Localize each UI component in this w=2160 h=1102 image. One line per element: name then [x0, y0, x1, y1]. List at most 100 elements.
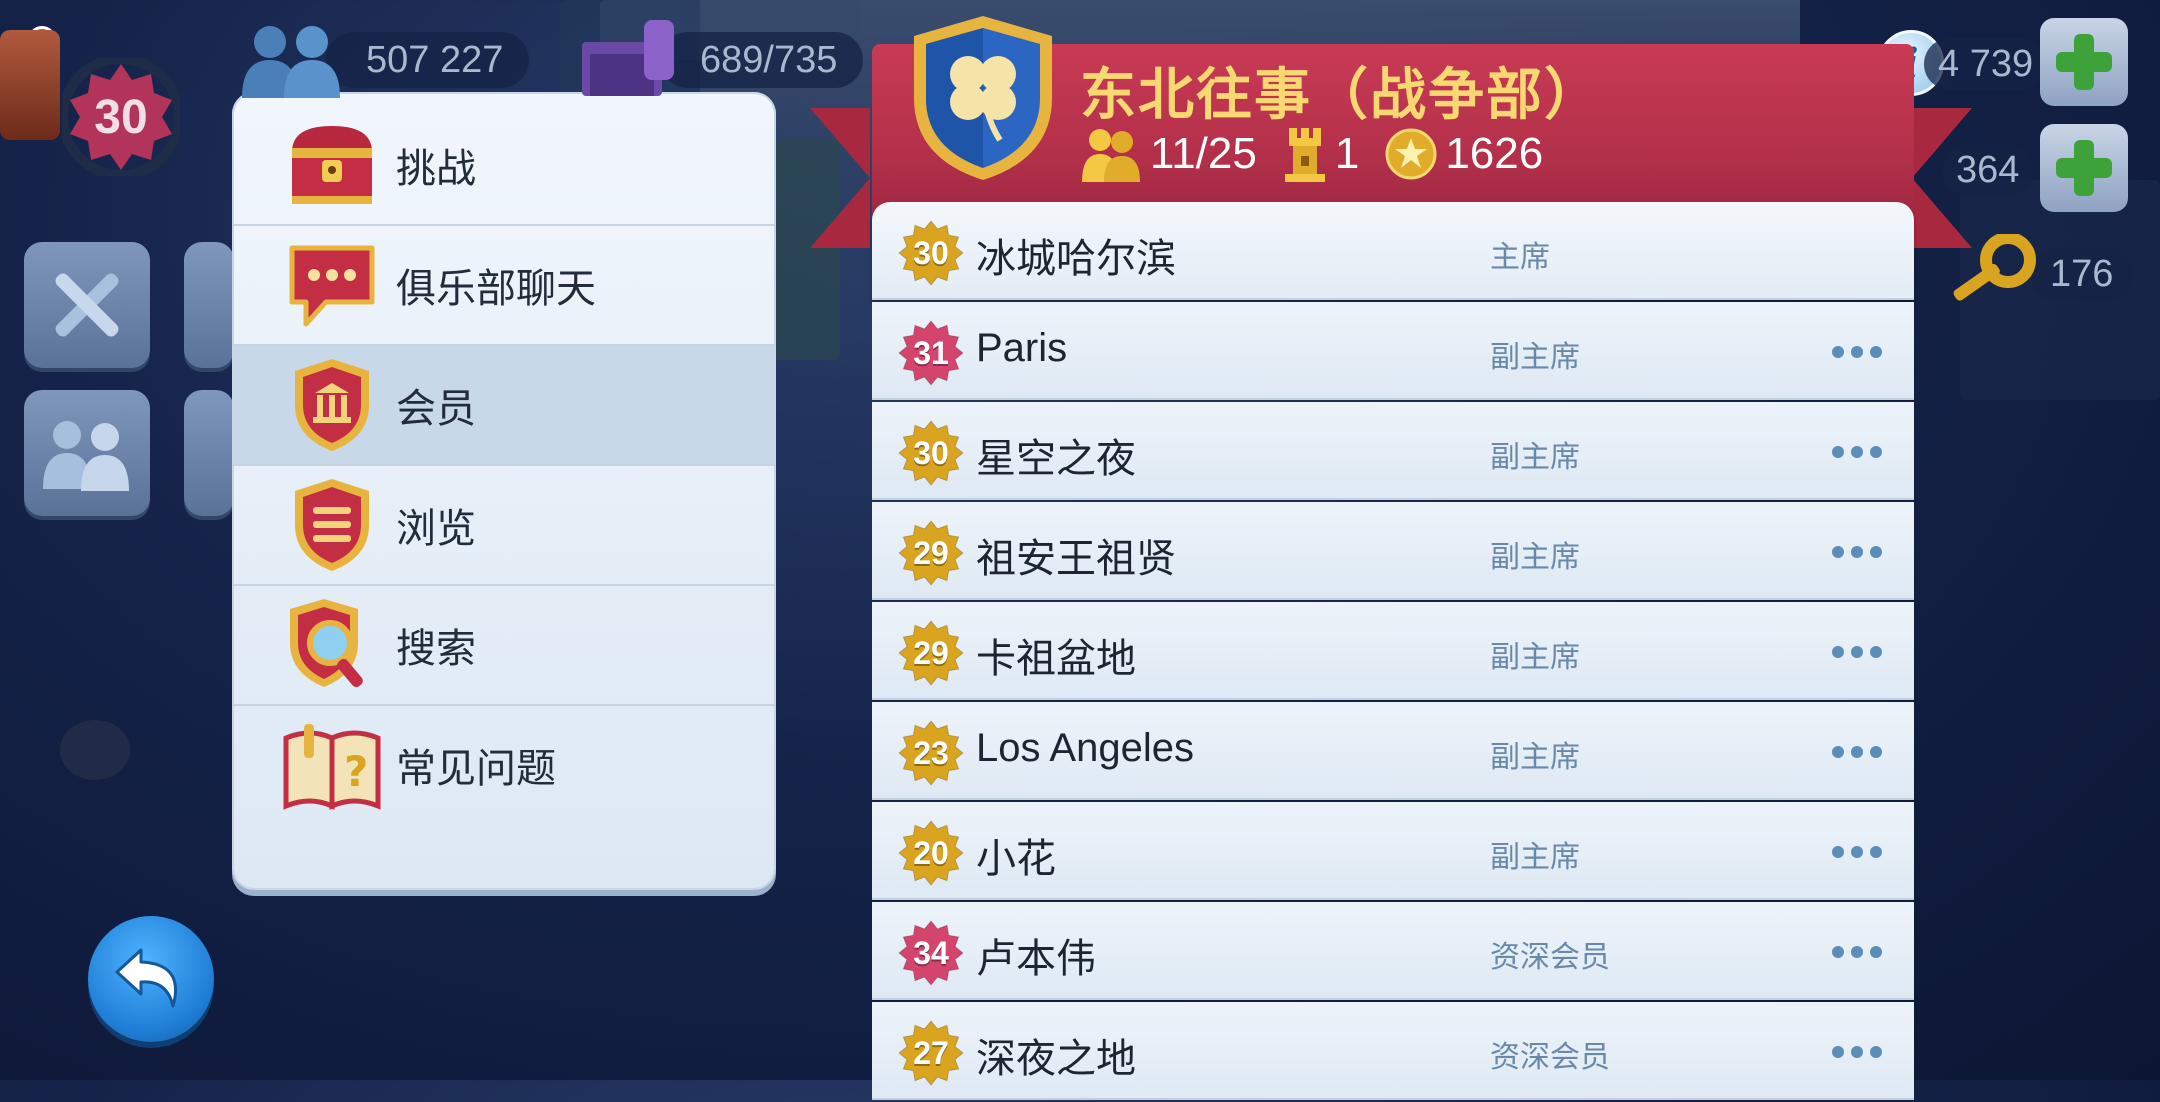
member-more-options-button[interactable]	[1832, 632, 1882, 672]
dot-icon	[1832, 946, 1844, 958]
member-row[interactable]: 34 卢本伟 资深会员	[872, 902, 1914, 1000]
member-row[interactable]: 29 祖安王祖贤 副主席	[872, 502, 1914, 600]
menu-item-label: 会员	[396, 387, 476, 431]
menu-item-members[interactable]: 会员	[232, 346, 776, 466]
member-row[interactable]: 20 小花 副主席	[872, 802, 1914, 900]
storage-hud[interactable]: 689/735	[576, 20, 864, 96]
member-more-options-button[interactable]	[1832, 832, 1882, 872]
menu-item-browse[interactable]: 浏览	[232, 466, 776, 586]
dot-icon	[1870, 1046, 1882, 1058]
member-name: 卡祖盆地	[976, 637, 1136, 681]
member-name: 冰城哈尔滨	[976, 237, 1176, 281]
back-button[interactable]	[88, 916, 214, 1042]
ribbon-right-tail	[1912, 108, 1972, 248]
member-role: 副主席	[1490, 841, 1580, 874]
population-hud[interactable]: 507 227	[236, 26, 530, 98]
menu-item-label: 常见问题	[396, 747, 556, 791]
friends-button[interactable]	[24, 390, 150, 516]
dot-icon	[1832, 346, 1844, 358]
member-role: 副主席	[1490, 741, 1580, 774]
dot-icon	[1870, 346, 1882, 358]
chat-bubble-icon	[289, 245, 375, 327]
members-icon	[1082, 129, 1140, 182]
player-level-badge[interactable]: 30	[58, 54, 184, 180]
dot-icon	[1870, 546, 1882, 558]
club-member-count: 11/25	[1078, 126, 1257, 182]
member-more-options-button[interactable]	[1832, 432, 1882, 472]
dot-icon	[1870, 446, 1882, 458]
population-value: 507 227	[326, 32, 530, 88]
treasure-chest-icon	[292, 126, 372, 204]
simcash-hud[interactable]: 4 739	[1924, 34, 2048, 94]
member-level-badge: 30	[898, 220, 964, 286]
add-simcash-button[interactable]	[2040, 18, 2128, 106]
search-shield-icon	[290, 599, 363, 688]
dot-icon	[1832, 846, 1844, 858]
menu-item-challenge[interactable]: 挑战	[232, 106, 776, 226]
storage-value: 689/735	[660, 32, 864, 88]
menu-item-club-chat[interactable]: 俱乐部聊天	[232, 226, 776, 346]
build-tools-button[interactable]	[24, 242, 150, 368]
member-more-options-button[interactable]	[1832, 732, 1882, 772]
member-count-value: 11/25	[1150, 129, 1257, 178]
member-more-options-button[interactable]	[1832, 932, 1882, 972]
member-level-badge: 29	[898, 520, 964, 586]
add-coins-button[interactable]	[2040, 124, 2128, 212]
games-button[interactable]	[184, 390, 234, 516]
member-role: 副主席	[1490, 641, 1580, 674]
club-rank: 1	[1283, 126, 1359, 182]
member-row[interactable]: 23 Los Angeles 副主席	[872, 702, 1914, 800]
member-name: 深夜之地	[976, 1037, 1136, 1081]
rank-value: 1	[1334, 129, 1360, 178]
member-row[interactable]: 27 深夜之地 资深会员	[872, 1002, 1914, 1100]
dot-icon	[1851, 946, 1863, 958]
storage-icon	[582, 20, 674, 96]
simcash-value: 4 739	[1924, 38, 2048, 90]
member-level-badge: 23	[898, 720, 964, 786]
member-more-options-button[interactable]	[1832, 332, 1882, 372]
member-level: 23	[913, 734, 949, 771]
menu-item-label: 挑战	[396, 147, 476, 191]
member-level-badge: 20	[898, 820, 964, 886]
club-stats: 11/25 1 1626	[1078, 126, 1569, 182]
dot-icon	[1851, 546, 1863, 558]
member-row[interactable]: 31 Paris 副主席	[872, 302, 1914, 400]
dot-icon	[1870, 746, 1882, 758]
member-level-badge: 27	[898, 1020, 964, 1086]
member-role: 主席	[1490, 241, 1550, 274]
dot-icon	[1832, 546, 1844, 558]
dot-icon	[1870, 846, 1882, 858]
tools-icon	[55, 273, 119, 337]
member-level: 20	[913, 834, 949, 871]
dot-icon	[1851, 746, 1863, 758]
member-row[interactable]: 29 卡祖盆地 副主席	[872, 602, 1914, 700]
keys-value: 176	[2030, 248, 2134, 300]
member-name: 祖安王祖贤	[976, 537, 1176, 581]
dot-icon	[1870, 946, 1882, 958]
club-menu-panel: 挑战 俱乐部聊天 会员 浏览 搜索 ? 常见问题	[232, 92, 776, 890]
keys-hud[interactable]: 176	[1940, 234, 2134, 304]
member-role: 资深会员	[1490, 941, 1610, 974]
dot-icon	[1851, 1046, 1863, 1058]
dot-icon	[1832, 1046, 1844, 1058]
member-level: 29	[913, 634, 949, 671]
member-row[interactable]: 30 星空之夜 副主席	[872, 402, 1914, 500]
calendar-button[interactable]	[184, 242, 234, 368]
menu-item-search[interactable]: 搜索	[232, 586, 776, 706]
member-row[interactable]: 30 冰城哈尔滨 主席	[872, 202, 1914, 300]
browse-shield-icon	[295, 479, 369, 571]
member-level-badge: 29	[898, 620, 964, 686]
club-crest[interactable]	[908, 12, 1058, 184]
member-more-options-button[interactable]	[1832, 1032, 1882, 1072]
menu-item-faq[interactable]: ? 常见问题	[232, 706, 776, 824]
dot-icon	[1832, 646, 1844, 658]
member-level: 31	[913, 334, 949, 371]
ribbon-left-tail	[810, 108, 870, 248]
chest-hud-icon[interactable]	[0, 30, 60, 140]
member-more-options-button[interactable]	[1832, 532, 1882, 572]
dot-icon	[1851, 846, 1863, 858]
menu-item-label: 搜索	[396, 627, 476, 671]
dot-icon	[1832, 446, 1844, 458]
member-level-badge: 34	[898, 920, 964, 986]
member-level-badge: 31	[898, 320, 964, 386]
